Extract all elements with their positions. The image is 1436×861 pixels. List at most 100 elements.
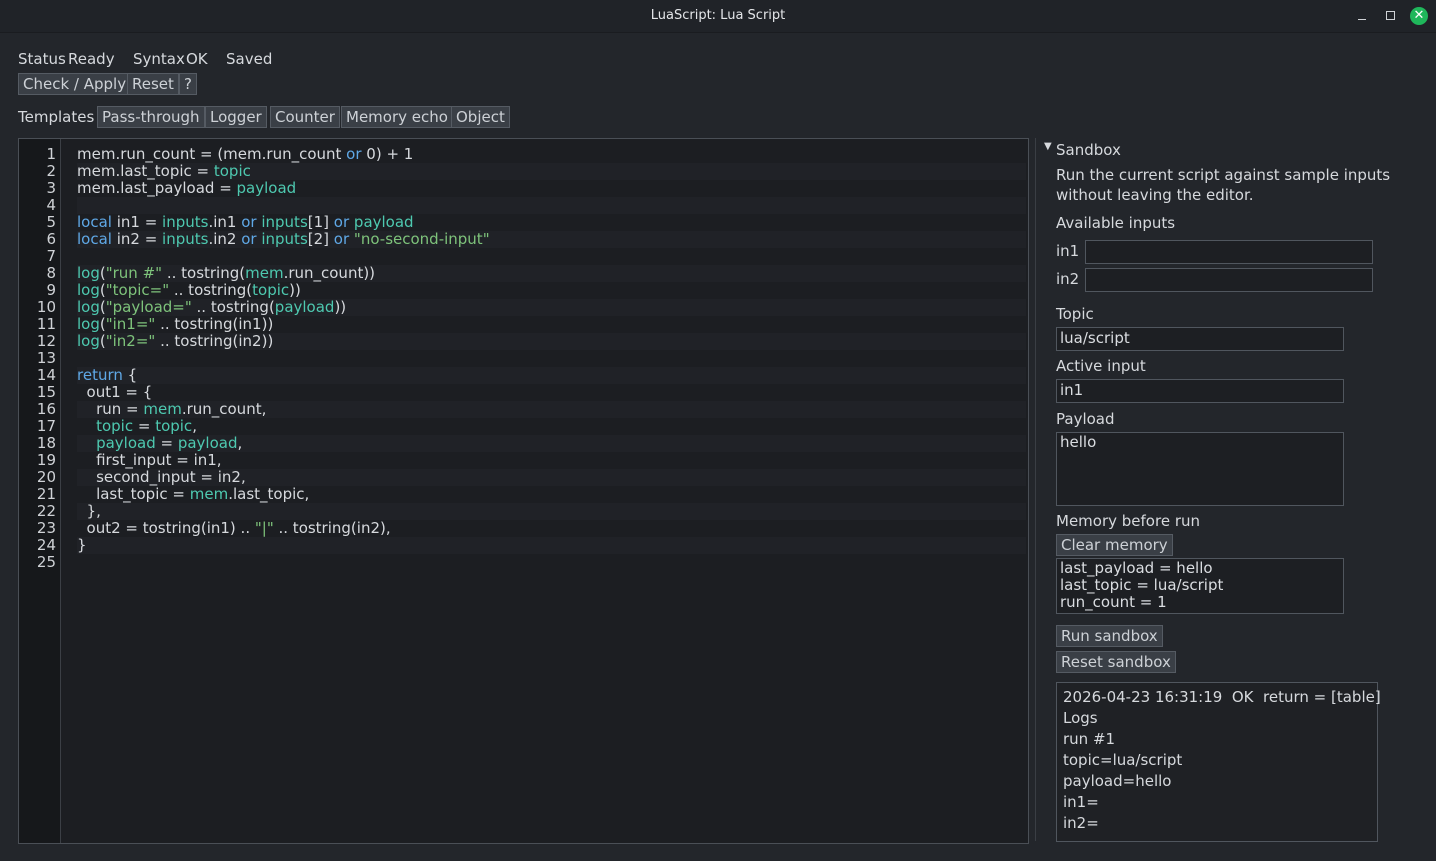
panel-divider[interactable] <box>1035 138 1036 841</box>
line-number: 1 <box>46 145 56 163</box>
code-line[interactable]: out1 = { <box>77 384 1026 401</box>
code-line[interactable]: return { <box>77 367 1026 384</box>
reset-button[interactable]: Reset <box>127 73 179 95</box>
payload-label: Payload <box>1056 410 1115 428</box>
syntax-value: OK <box>186 50 208 68</box>
topic-input[interactable]: lua/script <box>1056 327 1344 351</box>
line-number: 6 <box>46 230 56 248</box>
status-label: Status <box>18 50 66 68</box>
available-inputs-label: Available inputs <box>1056 214 1176 232</box>
run-sandbox-button[interactable]: Run sandbox <box>1056 625 1163 647</box>
sandbox-header[interactable]: Sandbox <box>1056 141 1121 159</box>
topic-label: Topic <box>1056 305 1094 323</box>
minimize-icon[interactable] <box>1353 7 1371 25</box>
active-input-field[interactable]: in1 <box>1056 379 1344 403</box>
log-line: topic=lua/script <box>1063 751 1183 769</box>
code-line[interactable] <box>77 350 1026 367</box>
code-line[interactable] <box>77 248 1026 265</box>
memory-line: last_topic = lua/script <box>1060 576 1224 594</box>
code-line[interactable]: log("topic=" .. tostring(topic)) <box>77 282 1026 299</box>
saved-indicator: Saved <box>226 50 273 68</box>
sandbox-description-line1: Run the current script against sample in… <box>1056 166 1391 184</box>
memory-line: run_count = 1 <box>1060 593 1167 611</box>
memory-line: last_payload = hello <box>1060 559 1213 577</box>
collapse-arrow-icon[interactable]: ▼ <box>1044 141 1052 152</box>
sandbox-description-line2: without leaving the editor. <box>1056 186 1254 204</box>
close-icon[interactable]: ✕ <box>1410 7 1428 25</box>
code-line[interactable]: out2 = tostring(in1) .. "|" .. tostring(… <box>77 520 1026 537</box>
template-memory-echo-button[interactable]: Memory echo <box>341 106 453 128</box>
templates-label: Templates <box>18 108 95 126</box>
result-summary: 2026-04-23 16:31:19 OK return = [table] <box>1063 688 1381 706</box>
line-number: 15 <box>36 383 56 401</box>
log-line: payload=hello <box>1063 772 1172 790</box>
template-logger-button[interactable]: Logger <box>205 106 267 128</box>
line-number: 12 <box>36 332 56 350</box>
check-apply-button[interactable]: Check / Apply <box>18 73 132 95</box>
line-number-gutter: 1 2 3 4 5 6 7 8 9 10 11 12 13 14 15 16 17 18 19 20 21 22 23 24 2… <box>19 139 61 843</box>
code-line[interactable]: first_input = in1, <box>77 452 1026 469</box>
payload-textarea[interactable]: hello <box>1056 432 1344 506</box>
code-line[interactable]: mem.run_count = (mem.run_count or 0) + 1 <box>77 146 1026 163</box>
code-line[interactable]: mem.last_topic = topic <box>77 163 1026 180</box>
code-line[interactable]: local in2 = inputs.in2 or inputs[2] or "… <box>77 231 1026 248</box>
line-number: 24 <box>36 536 56 554</box>
line-number: 8 <box>46 264 56 282</box>
code-line[interactable]: log("run #" .. tostring(mem.run_count)) <box>77 265 1026 282</box>
memory-label: Memory before run <box>1056 512 1200 530</box>
log-line: in2= <box>1063 814 1099 832</box>
line-number: 25 <box>36 553 56 571</box>
code-line[interactable]: } <box>77 537 1026 554</box>
line-number: 20 <box>36 468 56 486</box>
code-line[interactable]: second_input = in2, <box>77 469 1026 486</box>
help-button[interactable]: ? <box>179 73 197 95</box>
code-line[interactable]: run = mem.run_count, <box>77 401 1026 418</box>
sandbox-result-panel: 2026-04-23 16:31:19 OK return = [table] … <box>1056 682 1381 842</box>
code-line[interactable]: topic = topic, <box>77 418 1026 435</box>
reset-sandbox-button[interactable]: Reset sandbox <box>1056 651 1176 673</box>
line-number: 7 <box>46 247 56 265</box>
line-number: 11 <box>36 315 56 333</box>
log-line: in1= <box>1063 793 1099 811</box>
line-number: 19 <box>36 451 56 469</box>
line-number: 9 <box>46 281 56 299</box>
line-number: 17 <box>36 417 56 435</box>
code-editor[interactable]: 1 2 3 4 5 6 7 8 9 10 11 12 13 14 15 16 17 18 19 20 21 22 23 24 2… <box>18 138 1029 844</box>
line-number: 5 <box>46 213 56 231</box>
code-line[interactable]: log("in2=" .. tostring(in2)) <box>77 333 1026 350</box>
window-title: LuaScript: Lua Script <box>650 8 786 23</box>
in1-label: in1 <box>1056 242 1080 260</box>
line-number: 4 <box>46 196 56 214</box>
code-line[interactable] <box>77 554 1026 571</box>
code-line[interactable]: mem.last_payload = payload <box>77 180 1026 197</box>
in2-input[interactable] <box>1085 268 1373 292</box>
syntax-label: Syntax <box>133 50 185 68</box>
log-line: run #1 <box>1063 730 1116 748</box>
line-number: 2 <box>46 162 56 180</box>
line-number: 10 <box>36 298 56 316</box>
line-number: 13 <box>36 349 56 367</box>
template-pass-through-button[interactable]: Pass-through <box>97 106 205 128</box>
code-line[interactable]: }, <box>77 503 1026 520</box>
in1-input[interactable] <box>1085 240 1373 264</box>
template-object-button[interactable]: Object <box>451 106 510 128</box>
clear-memory-button[interactable]: Clear memory <box>1056 534 1173 556</box>
template-counter-button[interactable]: Counter <box>270 106 340 128</box>
code-line[interactable]: payload = payload, <box>77 435 1026 452</box>
line-number: 16 <box>36 400 56 418</box>
title-bar: LuaScript: Lua Script ✕ <box>0 0 1436 33</box>
code-line[interactable]: local in1 = inputs.in1 or inputs[1] or p… <box>77 214 1026 231</box>
code-line[interactable]: last_topic = mem.last_topic, <box>77 486 1026 503</box>
code-line[interactable]: log("payload=" .. tostring(payload)) <box>77 299 1026 316</box>
line-number: 21 <box>36 485 56 503</box>
maximize-icon[interactable] <box>1381 7 1399 25</box>
line-number: 14 <box>36 366 56 384</box>
line-number: 23 <box>36 519 56 537</box>
active-input-label: Active input <box>1056 357 1146 375</box>
memory-textarea[interactable]: last_payload = hello last_topic = lua/sc… <box>1056 558 1344 614</box>
line-number: 22 <box>36 502 56 520</box>
code-line[interactable]: log("in1=" .. tostring(in1)) <box>77 316 1026 333</box>
in2-label: in2 <box>1056 270 1080 288</box>
code-line[interactable] <box>77 197 1026 214</box>
logs-label: Logs <box>1063 709 1098 727</box>
